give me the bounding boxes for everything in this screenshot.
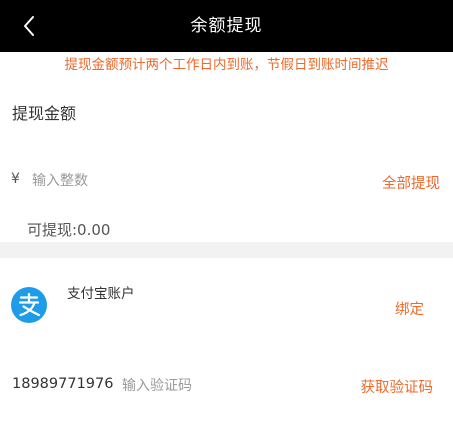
alipay-account-label: 支付宝账户 [67,286,135,302]
get-code-button[interactable]: 获取验证码 [361,376,434,397]
amount-label: 提现金额 [12,104,77,123]
available-balance: 可提现:0.00 [27,221,111,239]
alipay-icon [11,287,47,323]
withdraw-notice: 提现金额预计两个工作日内到账，节假日到账时间推迟 [64,57,389,73]
section-divider [0,242,453,258]
page-title: 余额提现 [190,16,263,36]
verification-code-input[interactable] [122,373,332,399]
amount-input[interactable] [32,168,332,194]
top-bar: 余额提现 [0,0,453,52]
withdraw-all-button[interactable]: 全部提现 [382,172,440,193]
bind-button[interactable]: 绑定 [395,298,424,319]
currency-symbol: ¥ [11,171,20,187]
phone-number: 18989771976 [12,376,114,392]
